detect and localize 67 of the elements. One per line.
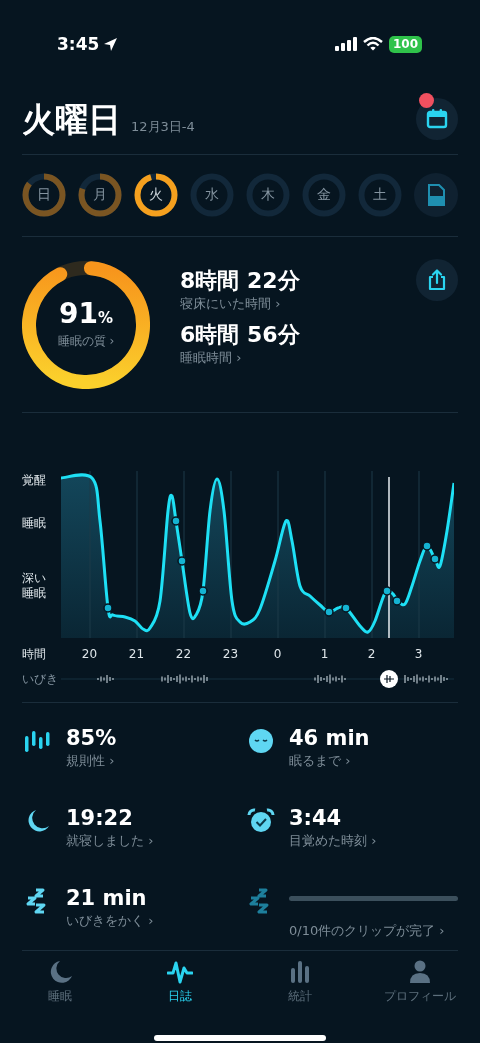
share-button[interactable] (416, 259, 458, 301)
tab-item[interactable]: 日誌 (120, 959, 240, 1005)
event-dot (422, 541, 432, 551)
event-dot (177, 556, 187, 566)
duration-link[interactable]: 寝床にいた時間 › (180, 295, 300, 313)
day-ring-button[interactable]: 水 (190, 173, 234, 217)
report-button[interactable] (414, 173, 458, 217)
tab-item[interactable]: 統計 (240, 959, 360, 1005)
location-arrow-icon (103, 36, 119, 52)
stat-link[interactable]: いびきをかく › (66, 911, 245, 931)
day-ring-button[interactable]: 土 (358, 173, 402, 217)
hour-label: 20 (80, 647, 99, 661)
clock-time: 3:45 (57, 34, 100, 54)
signal-icon (334, 37, 357, 51)
tab-item[interactable]: 睡眠 (0, 959, 120, 1005)
day-ring-button[interactable]: 日 (22, 173, 66, 217)
wifi-icon (362, 37, 383, 51)
hour-label: 2 (366, 647, 377, 661)
duration-value: 6時間 56分 (180, 321, 300, 349)
person-icon (407, 959, 433, 985)
duration-value: 8時間 22分 (180, 267, 300, 295)
stat-link[interactable]: 0/10件のクリップが完了 › (289, 921, 458, 941)
share-icon (427, 269, 447, 291)
event-dot (171, 516, 181, 526)
day-ring-button[interactable]: 月 (78, 173, 122, 217)
date-label: 12月3日-4 (131, 118, 195, 136)
day-ring-button[interactable]: 木 (246, 173, 290, 217)
stat-link[interactable]: 規則性 › (66, 751, 245, 771)
event-dot (103, 603, 113, 613)
stage-label: 覚醒 (22, 473, 47, 488)
wave-icon (167, 959, 193, 985)
event-dot (392, 596, 402, 606)
battery-indicator: 100 (388, 35, 422, 53)
stat-link[interactable]: 就寝しました › (66, 831, 245, 851)
snore-label: いびき (22, 670, 59, 688)
hour-label: 22 (174, 647, 193, 661)
quality-score: 91% (59, 299, 113, 332)
event-dot (198, 586, 208, 596)
stage-label: 深い睡眠 (22, 571, 47, 601)
stat-value: 21 min (66, 885, 148, 911)
snore-playhead[interactable] (380, 670, 398, 688)
event-dot (430, 554, 440, 564)
hour-label: 3 (413, 647, 424, 661)
hour-label: 23 (221, 647, 240, 661)
axis-title: 時間 (22, 645, 47, 663)
stat-value: 85% (66, 725, 118, 751)
hour-label: 21 (127, 647, 146, 661)
day-ring-button[interactable]: 火 (134, 173, 178, 217)
stat-value: 19:22 (66, 805, 134, 831)
calendar-button[interactable] (416, 98, 458, 140)
quality-link[interactable]: 睡眠の質 › (57, 333, 115, 350)
day-title: 火曜日 (22, 100, 121, 140)
event-dot (341, 603, 351, 613)
calendar-icon (426, 108, 448, 130)
hour-label: 0 (272, 647, 283, 661)
stat-link[interactable]: 眠るまで › (289, 751, 458, 771)
tab-item[interactable]: プロフィール (360, 959, 480, 1005)
stat-link[interactable]: 目覚めた時刻 › (289, 831, 458, 851)
hour-label: 1 (319, 647, 330, 661)
stat-value: 46 min (289, 725, 371, 751)
stat-value: 3:44 (289, 805, 343, 831)
document-icon (427, 184, 445, 206)
event-dot (324, 607, 334, 617)
event-dot (382, 586, 392, 596)
duration-link[interactable]: 睡眠時間 › (180, 349, 300, 367)
day-ring-button[interactable]: 金 (302, 173, 346, 217)
stage-label: 睡眠 (22, 516, 47, 531)
